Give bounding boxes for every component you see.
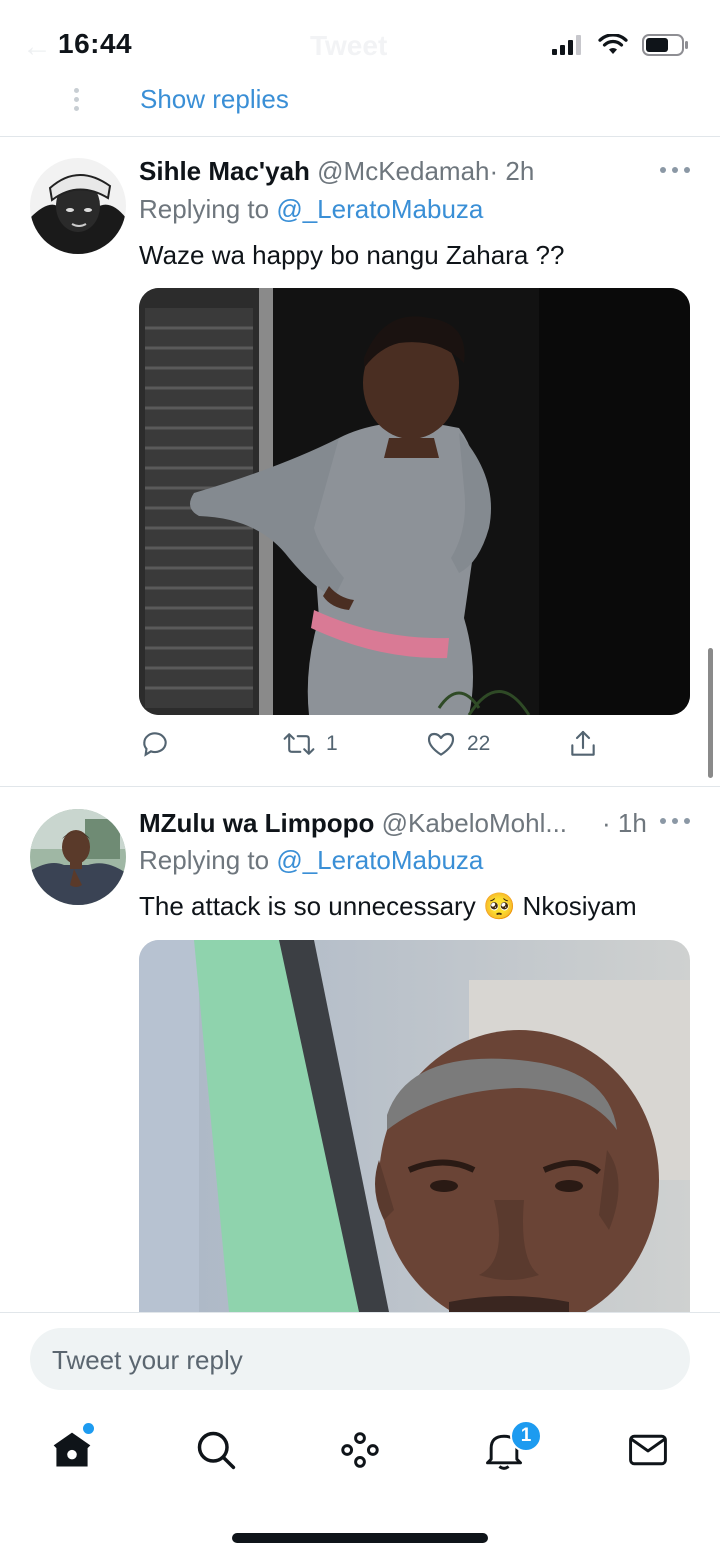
replying-prefix: Replying to — [139, 845, 277, 875]
replying-prefix: Replying to — [139, 194, 277, 224]
avatar[interactable] — [30, 158, 126, 254]
reply-placeholder: Tweet your reply — [52, 1345, 243, 1375]
replying-mention[interactable]: @_LeratoMabuza — [276, 845, 483, 875]
author-name[interactable]: Sihle Mac'yah — [139, 156, 310, 186]
author-handle[interactable]: @KabeloMohl... — [382, 808, 567, 838]
battery-icon — [642, 34, 688, 56]
replying-mention[interactable]: @_LeratoMabuza — [276, 194, 483, 224]
avatar[interactable] — [30, 809, 126, 905]
scrollbar[interactable] — [708, 648, 713, 778]
more-options-icon[interactable] — [660, 167, 690, 175]
notifications-badge: 1 — [510, 1420, 542, 1452]
replying-to: Replying to @_LeratoMabuza — [139, 194, 483, 225]
tweet-photo[interactable] — [139, 288, 690, 715]
tweet-author: Sihle Mac'yah @McKedamah· 2h — [139, 156, 534, 187]
author-handle[interactable]: @McKedamah — [317, 156, 489, 186]
tweet-text: The attack is so unnecessary 🥺 Nkosiyam — [139, 891, 637, 921]
header-title: Tweet — [310, 30, 388, 61]
tweet-time: · 2h — [489, 156, 535, 186]
replying-to: Replying to @_LeratoMabuza — [139, 845, 483, 876]
tweet-photo[interactable] — [139, 940, 690, 1312]
retweet-count: 1 — [326, 732, 338, 755]
like-icon — [427, 732, 455, 756]
tweet-text: Waze wa happy bo nangu Zahara ?? — [139, 240, 565, 270]
divider — [0, 786, 720, 787]
cellular-signal-icon — [552, 35, 581, 55]
share-icon — [571, 730, 595, 756]
reply-icon — [143, 732, 167, 757]
share-action[interactable] — [567, 728, 599, 760]
search-icon[interactable] — [194, 1428, 238, 1472]
back-arrow-icon[interactable]: ← — [22, 30, 52, 64]
retweet-icon — [283, 733, 315, 755]
reply-action[interactable] — [139, 728, 181, 760]
home-icon[interactable] — [50, 1428, 94, 1472]
author-name[interactable]: MZulu wa Limpopo — [139, 808, 374, 838]
spaces-icon[interactable] — [338, 1428, 382, 1472]
tweet-time: · 1h — [602, 808, 647, 838]
messages-icon[interactable] — [626, 1428, 670, 1472]
like-count: 22 — [467, 732, 491, 755]
home-indicator[interactable] — [232, 1533, 488, 1543]
retweet-action[interactable]: 1 — [282, 728, 338, 760]
thread-line — [74, 88, 79, 111]
wifi-icon — [598, 34, 628, 54]
divider — [0, 136, 720, 137]
show-replies-link[interactable]: Show replies — [140, 84, 289, 115]
tweet-time-wrap: · 1h — [602, 808, 647, 839]
status-icons — [552, 34, 688, 56]
more-options-icon[interactable] — [660, 818, 690, 826]
tweet-actions: 1 22 — [139, 728, 690, 768]
home-unread-dot — [83, 1423, 94, 1434]
status-time: 16:44 — [58, 28, 133, 59]
tweet-author: MZulu wa Limpopo @KabeloMohl... — [139, 808, 567, 839]
like-action[interactable]: 22 — [425, 728, 490, 760]
